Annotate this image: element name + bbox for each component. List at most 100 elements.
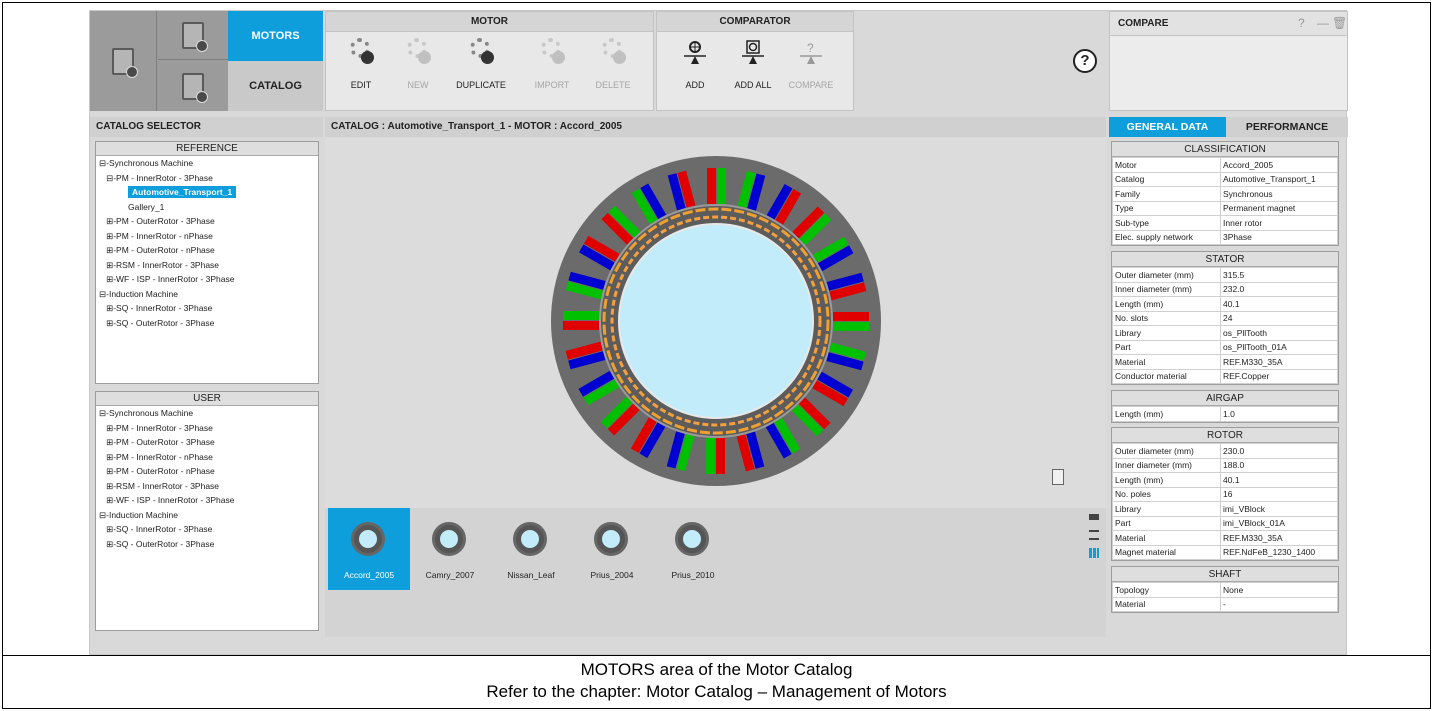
stator-title: STATOR: [1112, 252, 1338, 267]
tree-item[interactable]: ⊟-Synchronous Machine: [96, 156, 318, 171]
property-name: Part: [1112, 515, 1221, 531]
tree-item[interactable]: ⊞-PM - OuterRotor - nPhase: [96, 243, 318, 258]
tree-item-label: ⊞-PM - InnerRotor - 3Phase: [99, 422, 213, 433]
carousel-view-icon[interactable]: [1089, 514, 1099, 520]
duplicate-motor-button[interactable]: DUPLICATE: [451, 36, 511, 90]
user-tree-header: USER: [96, 392, 318, 406]
tree-item[interactable]: ⊞-WF - ISP - InnerRotor - 3Phase: [96, 272, 318, 287]
delete-motor-label: DELETE: [595, 80, 631, 90]
report-document-icon[interactable]: [1052, 469, 1064, 485]
tree-item[interactable]: ⊞-PM - InnerRotor - nPhase: [96, 229, 318, 244]
tab-catalog[interactable]: CATALOG: [228, 61, 323, 111]
property-value: 188.0: [1220, 457, 1338, 473]
tree-item[interactable]: ⊞-PM - InnerRotor - 3Phase: [96, 421, 318, 436]
property-value: None: [1220, 582, 1338, 598]
airgap-table: Length (mm) 1.0: [1112, 406, 1338, 422]
compare-help-icon[interactable]: ?: [1298, 16, 1305, 30]
property-name: No. poles: [1112, 486, 1221, 502]
tree-item[interactable]: ⊞-RSM - InnerRotor - 3Phase: [96, 258, 318, 273]
import-motor-label: IMPORT: [534, 80, 570, 90]
tree-item[interactable]: ⊞-RSM - InnerRotor - 3Phase: [96, 479, 318, 494]
motor-toolbar-group: MOTOR EDIT NEW DUPLICATE IMPORT DELETE: [325, 11, 654, 111]
property-value: 1.0: [1220, 406, 1338, 422]
table-row: No. poles 16: [1112, 486, 1338, 502]
motor-thumbnail-label: Prius_2010: [671, 570, 715, 580]
motor-thumbnail-image: [432, 522, 466, 556]
rotor-section: ROTOR Outer diameter (mm) 230.0 Inner diam…: [1111, 427, 1339, 561]
gear-import-icon: [537, 36, 567, 66]
tree-item[interactable]: ⊟-PM - InnerRotor - 3Phase: [96, 171, 318, 186]
property-value: 16: [1220, 486, 1338, 502]
delete-motor-button[interactable]: DELETE: [583, 36, 643, 90]
tree-item-label: ⊞-PM - OuterRotor - 3Phase: [99, 216, 215, 226]
table-row: Conductor material REF.Copper: [1112, 368, 1338, 384]
table-row: Family Synchronous: [1112, 186, 1338, 202]
gear-add-icon: [403, 36, 433, 66]
property-name: No. slots: [1112, 310, 1221, 326]
tree-item[interactable]: ⊞-PM - OuterRotor - 3Phase: [96, 214, 318, 229]
tree-item[interactable]: ⊞-PM - OuterRotor - 3Phase: [96, 435, 318, 450]
tree-item[interactable]: ⊟-Synchronous Machine: [96, 406, 318, 421]
compare-button[interactable]: ? COMPARE: [781, 36, 841, 90]
motor-thumbnail[interactable]: Nissan_Leaf: [490, 508, 572, 590]
property-name: Part: [1112, 339, 1221, 355]
minimize-icon[interactable]: —: [1317, 16, 1329, 30]
add-to-comparator-button[interactable]: ADD: [665, 36, 725, 90]
tree-item[interactable]: ⊞-SQ - OuterRotor - 3Phase: [96, 537, 318, 552]
property-name: Material: [1112, 354, 1221, 370]
tree-item[interactable]: Automotive_Transport_1: [96, 185, 318, 200]
tab-general-data[interactable]: GENERAL DATA: [1109, 117, 1226, 137]
property-value: 3Phase: [1220, 229, 1338, 245]
add-all-to-comparator-button[interactable]: ADD ALL: [723, 36, 783, 90]
help-icon[interactable]: ?: [1073, 49, 1097, 73]
catalog-navigation-quad: MOTORS CATALOG: [90, 11, 323, 111]
tab-motors[interactable]: MOTORS: [228, 11, 323, 61]
new-catalog-button[interactable]: [158, 11, 228, 60]
import-catalog-button[interactable]: [158, 61, 228, 111]
table-row: Library os_PllTooth: [1112, 325, 1338, 341]
new-motor-label: NEW: [407, 80, 429, 90]
property-value: 40.1: [1220, 296, 1338, 312]
motor-thumbnail[interactable]: Camry_2007: [409, 508, 491, 590]
table-row: Inner diameter (mm) 188.0: [1112, 457, 1338, 473]
motor-thumbnail-strip: Accord_2005 Camry_2007 Nissan_Leaf Prius_20…: [325, 508, 1106, 637]
tree-item[interactable]: ⊟-Induction Machine: [96, 508, 318, 523]
classification-section: CLASSIFICATION Motor Accord_2005 Catalog Au…: [1111, 141, 1339, 246]
tab-performance[interactable]: PERFORMANCE: [1226, 117, 1348, 137]
property-value: REF.M330_35A: [1220, 530, 1338, 546]
edit-motor-button[interactable]: EDIT: [331, 36, 391, 90]
tree-item[interactable]: ⊞-WF - ISP - InnerRotor - 3Phase: [96, 493, 318, 508]
property-name: Motor: [1112, 157, 1221, 173]
motor-group-title: MOTOR: [326, 12, 653, 32]
new-motor-button[interactable]: NEW: [388, 36, 448, 90]
property-name: Material: [1112, 596, 1221, 612]
property-name: Library: [1112, 501, 1221, 517]
tree-item[interactable]: Gallery_1: [96, 200, 318, 215]
tree-item[interactable]: ⊞-PM - OuterRotor - nPhase: [96, 464, 318, 479]
table-row: Outer diameter (mm) 230.0: [1112, 443, 1338, 459]
reference-tree: ⊟-Synchronous Machine ⊟-PM - InnerRotor …: [96, 156, 318, 330]
document-add-icon: [182, 21, 208, 52]
import-motor-button[interactable]: IMPORT: [522, 36, 582, 90]
motor-thumbnail[interactable]: Prius_2010: [652, 508, 734, 590]
tree-item[interactable]: ⊞-SQ - InnerRotor - 3Phase: [96, 522, 318, 537]
tree-item[interactable]: ⊞-SQ - OuterRotor - 3Phase: [96, 316, 318, 331]
tree-item-label: Gallery_1: [128, 201, 165, 212]
comparator-toolbar-group: COMPARATOR ADD ADD ALL ? COMPARE: [656, 11, 854, 111]
open-catalog-button[interactable]: [90, 11, 157, 111]
trash-icon[interactable]: 🗑: [1332, 16, 1347, 30]
grid-view-icon[interactable]: [1089, 548, 1099, 558]
table-row: No. slots 24: [1112, 310, 1338, 326]
property-name: Inner diameter (mm): [1112, 457, 1221, 473]
motor-thumbnail[interactable]: Prius_2004: [571, 508, 653, 590]
tree-item[interactable]: ⊞-PM - InnerRotor - nPhase: [96, 450, 318, 465]
reference-tree-panel: REFERENCE ⊟-Synchronous Machine ⊟-PM - I…: [95, 141, 319, 384]
tree-item[interactable]: ⊟-Induction Machine: [96, 287, 318, 302]
property-value: -: [1220, 596, 1338, 612]
edit-motor-label: EDIT: [350, 80, 372, 90]
motor-thumbnail[interactable]: Accord_2005: [328, 508, 410, 590]
list-view-icon[interactable]: [1089, 530, 1099, 540]
tree-item[interactable]: ⊞-SQ - InnerRotor - 3Phase: [96, 301, 318, 316]
table-row: Length (mm) 40.1: [1112, 472, 1338, 488]
table-row: Material REF.M330_35A: [1112, 354, 1338, 370]
